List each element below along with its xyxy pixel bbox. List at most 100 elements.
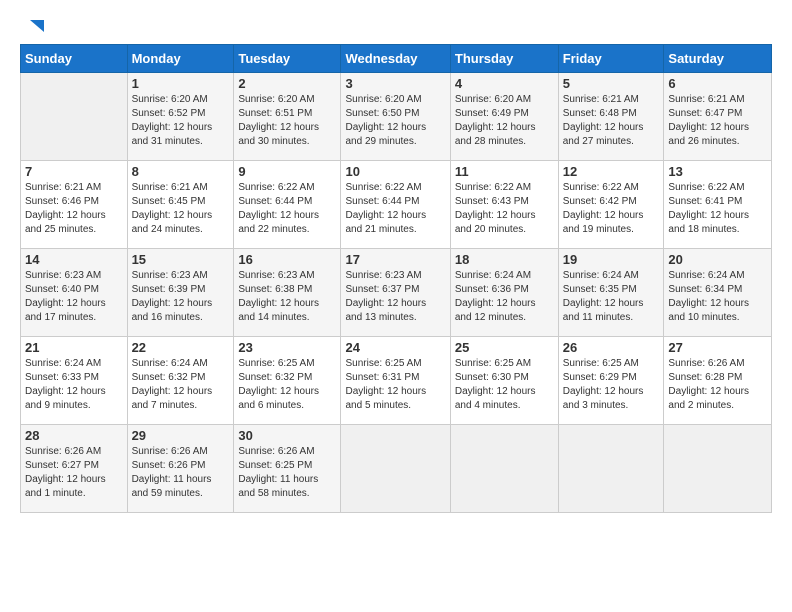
calendar-cell: 29 Sunrise: 6:26 AMSunset: 6:26 PMDayligh… xyxy=(127,425,234,513)
day-info: Sunrise: 6:22 AMSunset: 6:43 PMDaylight:… xyxy=(455,181,554,237)
day-number: 12 xyxy=(563,164,660,179)
calendar-cell xyxy=(558,425,664,513)
day-number: 20 xyxy=(668,252,767,267)
calendar-cell: 18 Sunrise: 6:24 AMSunset: 6:36 PMDayligh… xyxy=(450,249,558,337)
day-info: Sunrise: 6:26 AMSunset: 6:25 PMDaylight:… xyxy=(238,445,336,501)
day-number: 22 xyxy=(132,340,230,355)
calendar-cell xyxy=(450,425,558,513)
day-info: Sunrise: 6:24 AMSunset: 6:35 PMDaylight:… xyxy=(563,269,660,325)
page: SundayMondayTuesdayWednesdayThursdayFrid… xyxy=(0,0,792,612)
day-info: Sunrise: 6:22 AMSunset: 6:44 PMDaylight:… xyxy=(345,181,445,237)
day-info: Sunrise: 6:20 AMSunset: 6:52 PMDaylight:… xyxy=(132,93,230,149)
day-info: Sunrise: 6:21 AMSunset: 6:48 PMDaylight:… xyxy=(563,93,660,149)
calendar-cell: 20 Sunrise: 6:24 AMSunset: 6:34 PMDayligh… xyxy=(664,249,772,337)
calendar-cell: 9 Sunrise: 6:22 AMSunset: 6:44 PMDaylight… xyxy=(234,161,341,249)
day-number: 6 xyxy=(668,76,767,91)
day-info: Sunrise: 6:24 AMSunset: 6:32 PMDaylight:… xyxy=(132,357,230,413)
calendar-cell: 14 Sunrise: 6:23 AMSunset: 6:40 PMDayligh… xyxy=(21,249,128,337)
day-number: 15 xyxy=(132,252,230,267)
day-number: 8 xyxy=(132,164,230,179)
day-info: Sunrise: 6:20 AMSunset: 6:50 PMDaylight:… xyxy=(345,93,445,149)
day-info: Sunrise: 6:25 AMSunset: 6:32 PMDaylight:… xyxy=(238,357,336,413)
day-info: Sunrise: 6:23 AMSunset: 6:40 PMDaylight:… xyxy=(25,269,123,325)
day-number: 9 xyxy=(238,164,336,179)
calendar-cell: 28Sunrise: 6:26 AMSunset: 6:27 PMDayligh… xyxy=(21,425,128,513)
day-info: Sunrise: 6:22 AMSunset: 6:44 PMDaylight:… xyxy=(238,181,336,237)
day-info: Sunrise: 6:23 AMSunset: 6:39 PMDaylight:… xyxy=(132,269,230,325)
day-info: Sunrise: 6:24 AMSunset: 6:34 PMDaylight:… xyxy=(668,269,767,325)
weekday-header-thursday: Thursday xyxy=(450,45,558,73)
day-number: 24 xyxy=(345,340,445,355)
calendar-cell: 2 Sunrise: 6:20 AMSunset: 6:51 PMDaylight… xyxy=(234,73,341,161)
day-info: Sunrise: 6:21 AMSunset: 6:47 PMDaylight:… xyxy=(668,93,767,149)
day-number: 4 xyxy=(455,76,554,91)
calendar-cell xyxy=(341,425,450,513)
calendar-cell: 7 Sunrise: 6:21 AMSunset: 6:46 PMDaylight… xyxy=(21,161,128,249)
day-number: 30 xyxy=(238,428,336,443)
day-number: 17 xyxy=(345,252,445,267)
day-number: 10 xyxy=(345,164,445,179)
calendar-cell: 1Sunrise: 6:20 AMSunset: 6:52 PMDaylight… xyxy=(127,73,234,161)
calendar-cell: 15 Sunrise: 6:23 AMSunset: 6:39 PMDayligh… xyxy=(127,249,234,337)
weekday-header-row: SundayMondayTuesdayWednesdayThursdayFrid… xyxy=(21,45,772,73)
day-number: 29 xyxy=(132,428,230,443)
calendar-cell: 24Sunrise: 6:25 AMSunset: 6:31 PMDayligh… xyxy=(341,337,450,425)
calendar-week-row: 21 Sunrise: 6:24 AMSunset: 6:33 PMDayligh… xyxy=(21,337,772,425)
day-number: 21 xyxy=(25,340,123,355)
calendar-cell: 17 Sunrise: 6:23 AMSunset: 6:37 PMDayligh… xyxy=(341,249,450,337)
day-info: Sunrise: 6:23 AMSunset: 6:38 PMDaylight:… xyxy=(238,269,336,325)
day-number: 7 xyxy=(25,164,123,179)
calendar-cell: 16 Sunrise: 6:23 AMSunset: 6:38 PMDayligh… xyxy=(234,249,341,337)
calendar-cell: 25Sunrise: 6:25 AMSunset: 6:30 PMDayligh… xyxy=(450,337,558,425)
calendar-week-row: 14 Sunrise: 6:23 AMSunset: 6:40 PMDayligh… xyxy=(21,249,772,337)
calendar-cell xyxy=(664,425,772,513)
day-info: Sunrise: 6:22 AMSunset: 6:42 PMDaylight:… xyxy=(563,181,660,237)
calendar-week-row: 1Sunrise: 6:20 AMSunset: 6:52 PMDaylight… xyxy=(21,73,772,161)
calendar-week-row: 28Sunrise: 6:26 AMSunset: 6:27 PMDayligh… xyxy=(21,425,772,513)
day-number: 3 xyxy=(345,76,445,91)
day-info: Sunrise: 6:25 AMSunset: 6:29 PMDaylight:… xyxy=(563,357,660,413)
day-number: 26 xyxy=(563,340,660,355)
calendar-cell: 22 Sunrise: 6:24 AMSunset: 6:32 PMDayligh… xyxy=(127,337,234,425)
day-number: 16 xyxy=(238,252,336,267)
calendar-cell: 21 Sunrise: 6:24 AMSunset: 6:33 PMDayligh… xyxy=(21,337,128,425)
day-info: Sunrise: 6:26 AMSunset: 6:28 PMDaylight:… xyxy=(668,357,767,413)
weekday-header-monday: Monday xyxy=(127,45,234,73)
day-number: 14 xyxy=(25,252,123,267)
calendar-cell: 19 Sunrise: 6:24 AMSunset: 6:35 PMDayligh… xyxy=(558,249,664,337)
calendar-cell: 8 Sunrise: 6:21 AMSunset: 6:45 PMDaylight… xyxy=(127,161,234,249)
calendar-cell: 10 Sunrise: 6:22 AMSunset: 6:44 PMDayligh… xyxy=(341,161,450,249)
day-info: Sunrise: 6:24 AMSunset: 6:33 PMDaylight:… xyxy=(25,357,123,413)
calendar-cell: 27 Sunrise: 6:26 AMSunset: 6:28 PMDayligh… xyxy=(664,337,772,425)
weekday-header-wednesday: Wednesday xyxy=(341,45,450,73)
calendar-cell: 11 Sunrise: 6:22 AMSunset: 6:43 PMDayligh… xyxy=(450,161,558,249)
day-info: Sunrise: 6:24 AMSunset: 6:36 PMDaylight:… xyxy=(455,269,554,325)
day-number: 18 xyxy=(455,252,554,267)
header xyxy=(20,16,772,38)
calendar-cell: 6 Sunrise: 6:21 AMSunset: 6:47 PMDaylight… xyxy=(664,73,772,161)
day-info: Sunrise: 6:21 AMSunset: 6:45 PMDaylight:… xyxy=(132,181,230,237)
day-info: Sunrise: 6:23 AMSunset: 6:37 PMDaylight:… xyxy=(345,269,445,325)
calendar-cell xyxy=(21,73,128,161)
day-number: 13 xyxy=(668,164,767,179)
day-info: Sunrise: 6:20 AMSunset: 6:49 PMDaylight:… xyxy=(455,93,554,149)
weekday-header-tuesday: Tuesday xyxy=(234,45,341,73)
day-number: 2 xyxy=(238,76,336,91)
day-number: 19 xyxy=(563,252,660,267)
day-info: Sunrise: 6:20 AMSunset: 6:51 PMDaylight:… xyxy=(238,93,336,149)
day-info: Sunrise: 6:21 AMSunset: 6:46 PMDaylight:… xyxy=(25,181,123,237)
calendar-cell: 3 Sunrise: 6:20 AMSunset: 6:50 PMDaylight… xyxy=(341,73,450,161)
logo-triangle-icon xyxy=(22,16,46,40)
calendar-cell: 23Sunrise: 6:25 AMSunset: 6:32 PMDayligh… xyxy=(234,337,341,425)
logo xyxy=(20,16,46,38)
day-number: 27 xyxy=(668,340,767,355)
weekday-header-saturday: Saturday xyxy=(664,45,772,73)
weekday-header-sunday: Sunday xyxy=(21,45,128,73)
weekday-header-friday: Friday xyxy=(558,45,664,73)
day-number: 25 xyxy=(455,340,554,355)
day-info: Sunrise: 6:22 AMSunset: 6:41 PMDaylight:… xyxy=(668,181,767,237)
day-info: Sunrise: 6:26 AMSunset: 6:26 PMDaylight:… xyxy=(132,445,230,501)
day-number: 11 xyxy=(455,164,554,179)
calendar-cell: 13 Sunrise: 6:22 AMSunset: 6:41 PMDayligh… xyxy=(664,161,772,249)
day-number: 28 xyxy=(25,428,123,443)
